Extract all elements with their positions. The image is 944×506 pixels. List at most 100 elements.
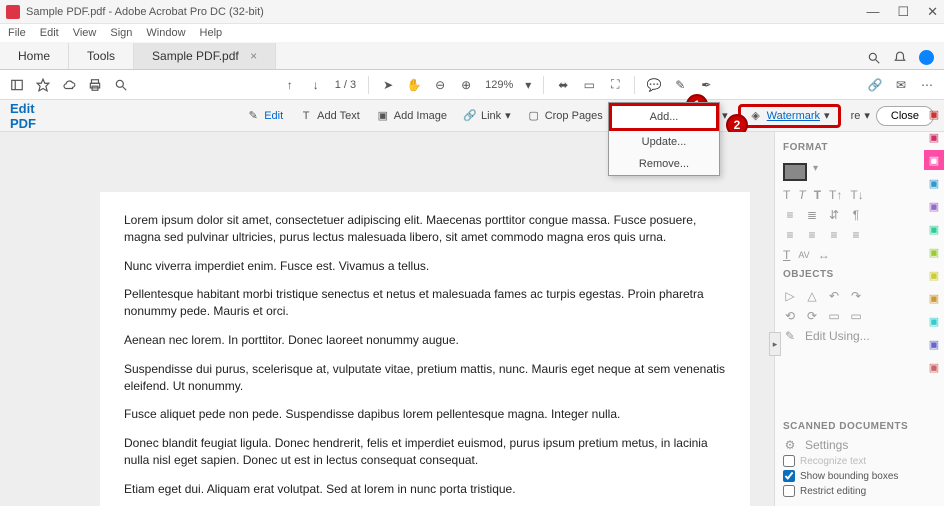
vtab-more-icon[interactable]: ▣ [924, 357, 944, 377]
menu-view[interactable]: View [73, 27, 97, 39]
menu-edit[interactable]: Edit [40, 27, 59, 39]
edit-using-label[interactable]: Edit Using... [805, 329, 870, 343]
font-regular-icon[interactable]: T [783, 188, 790, 202]
zoom-level[interactable]: 129% [485, 79, 513, 91]
baseline-icon[interactable]: ↔ [818, 248, 830, 262]
read-mode-icon[interactable]: ⛶ [608, 78, 622, 92]
share-link-icon[interactable]: 🔗 [868, 78, 882, 92]
add-text-button[interactable]: TAdd Text [293, 106, 366, 126]
search-icon[interactable] [867, 51, 881, 65]
vtab-redact-icon[interactable]: ▣ [924, 265, 944, 285]
highlight-icon[interactable]: ✎ [673, 78, 687, 92]
link-button[interactable]: 🔗Link▾ [457, 106, 517, 126]
tab-tools[interactable]: Tools [69, 43, 134, 69]
flip-horizontal-icon[interactable]: △ [805, 289, 819, 303]
rotate-right-icon[interactable]: ↷ [849, 289, 863, 303]
sign-icon[interactable]: ✒ [699, 78, 713, 92]
arrange-icon[interactable]: ▭ [827, 309, 841, 323]
rotate-cw-icon[interactable]: ⟳ [805, 309, 819, 323]
more-button[interactable]: re▾ [845, 106, 876, 125]
page-up-icon[interactable]: ↑ [283, 78, 297, 92]
minimize-button[interactable]: — [866, 4, 879, 19]
print-icon[interactable] [88, 78, 102, 92]
zoom-dropdown-icon[interactable]: ▾ [525, 78, 531, 92]
maximize-button[interactable]: ☐ [897, 4, 909, 20]
vtab-send-icon[interactable]: ▣ [924, 334, 944, 354]
edit-button[interactable]: ✎Edit [240, 106, 289, 126]
vtab-combine-icon[interactable]: ▣ [924, 242, 944, 262]
page-down-icon[interactable]: ↓ [309, 78, 323, 92]
list-bullets-icon[interactable]: ≡ [783, 208, 797, 222]
align-center-icon[interactable]: ≡ [805, 228, 819, 242]
restrict-editing-row[interactable]: Restrict editing [783, 485, 936, 497]
font-size-up-icon[interactable]: T↑ [829, 188, 842, 202]
vtab-compress-icon[interactable]: ▣ [924, 311, 944, 331]
bounding-boxes-row[interactable]: Show bounding boxes [783, 470, 936, 482]
flip-vertical-icon[interactable]: ▷ [783, 289, 797, 303]
tab-home[interactable]: Home [0, 43, 69, 69]
menu-window[interactable]: Window [146, 27, 185, 39]
comment-icon[interactable]: 💬 [647, 78, 661, 92]
vtab-export-icon[interactable]: ▣ [924, 127, 944, 147]
vtab-comment-icon[interactable]: ▣ [924, 173, 944, 193]
restrict-checkbox[interactable] [783, 485, 795, 497]
align-objects-icon[interactable]: ▭ [849, 309, 863, 323]
document-viewport[interactable]: Lorem ipsum dolor sit amet, consectetuer… [0, 132, 774, 506]
pointer-icon[interactable]: ➤ [381, 78, 395, 92]
page-total: 3 [350, 79, 356, 91]
panel-collapse-handle[interactable]: ▸ [769, 332, 781, 356]
close-window-button[interactable]: ✕ [927, 4, 938, 20]
star-icon[interactable] [36, 78, 50, 92]
crop-button[interactable]: ▢Crop Pages [521, 106, 609, 126]
vtab-edit-icon[interactable]: ▣ [924, 150, 944, 170]
tab-close-icon[interactable]: × [250, 49, 257, 63]
align-justify-icon[interactable]: ≡ [849, 228, 863, 242]
menu-help[interactable]: Help [200, 27, 223, 39]
recognize-checkbox[interactable] [783, 455, 795, 467]
font-bold-icon[interactable]: T [814, 188, 821, 202]
menu-sign[interactable]: Sign [110, 27, 132, 39]
rotate-left-icon[interactable]: ↶ [827, 289, 841, 303]
bell-icon[interactable] [893, 51, 907, 65]
vertical-tool-tabs: ▣ ▣ ▣ ▣ ▣ ▣ ▣ ▣ ▣ ▣ ▣ ▣ [924, 104, 944, 377]
vtab-sign-icon[interactable]: ▣ [924, 196, 944, 216]
align-right-icon[interactable]: ≡ [827, 228, 841, 242]
dropdown-remove[interactable]: Remove... [609, 153, 719, 175]
page-display-icon[interactable]: ▭ [582, 78, 596, 92]
vtab-organize-icon[interactable]: ▣ [924, 219, 944, 239]
vtab-protect-icon[interactable]: ▣ [924, 288, 944, 308]
vtab-create-icon[interactable]: ▣ [924, 104, 944, 124]
cloud-icon[interactable] [62, 78, 76, 92]
zoom-in-icon[interactable]: ⊕ [459, 78, 473, 92]
chevron-down-icon[interactable]: ▾ [813, 163, 818, 181]
watermark-button[interactable]: ◈ Watermark ▾ [738, 104, 841, 128]
fit-width-icon[interactable]: ⬌ [556, 78, 570, 92]
sidebar-toggle-icon[interactable] [10, 78, 24, 92]
settings-label[interactable]: Settings [805, 438, 848, 452]
font-italic-icon[interactable]: T [798, 188, 805, 202]
char-spacing-label[interactable]: AV [798, 250, 809, 260]
rotate-ccw-icon[interactable]: ⟲ [783, 309, 797, 323]
font-size-down-icon[interactable]: T↓ [850, 188, 863, 202]
page-current[interactable]: 1 [335, 79, 341, 91]
bbox-checkbox[interactable] [783, 470, 795, 482]
hand-icon[interactable]: ✋ [407, 78, 421, 92]
paragraph: Nunc viverra imperdiet enim. Fusce est. … [124, 258, 726, 275]
line-spacing-icon[interactable]: ⇵ [827, 208, 841, 222]
list-numbered-icon[interactable]: ≣ [805, 208, 819, 222]
more-tools-icon[interactable]: ⋯ [920, 78, 934, 92]
search-toolbar-icon[interactable] [114, 78, 128, 92]
zoom-out-icon[interactable]: ⊖ [433, 78, 447, 92]
dropdown-add[interactable]: Add... [609, 103, 719, 131]
align-left-icon[interactable]: ≡ [783, 228, 797, 242]
color-swatch[interactable] [783, 163, 807, 181]
dropdown-update[interactable]: Update... [609, 131, 719, 153]
recognize-text-row[interactable]: Recognize text [783, 455, 936, 467]
menu-file[interactable]: File [8, 27, 26, 39]
share-email-icon[interactable]: ✉ [894, 78, 908, 92]
paragraph-spacing-icon[interactable]: ¶ [849, 208, 863, 222]
add-image-button[interactable]: ▣Add Image [370, 106, 453, 126]
tab-document[interactable]: Sample PDF.pdf × [134, 43, 276, 69]
account-icon[interactable] [919, 50, 934, 65]
horizontal-scale-icon[interactable]: T [783, 248, 790, 262]
